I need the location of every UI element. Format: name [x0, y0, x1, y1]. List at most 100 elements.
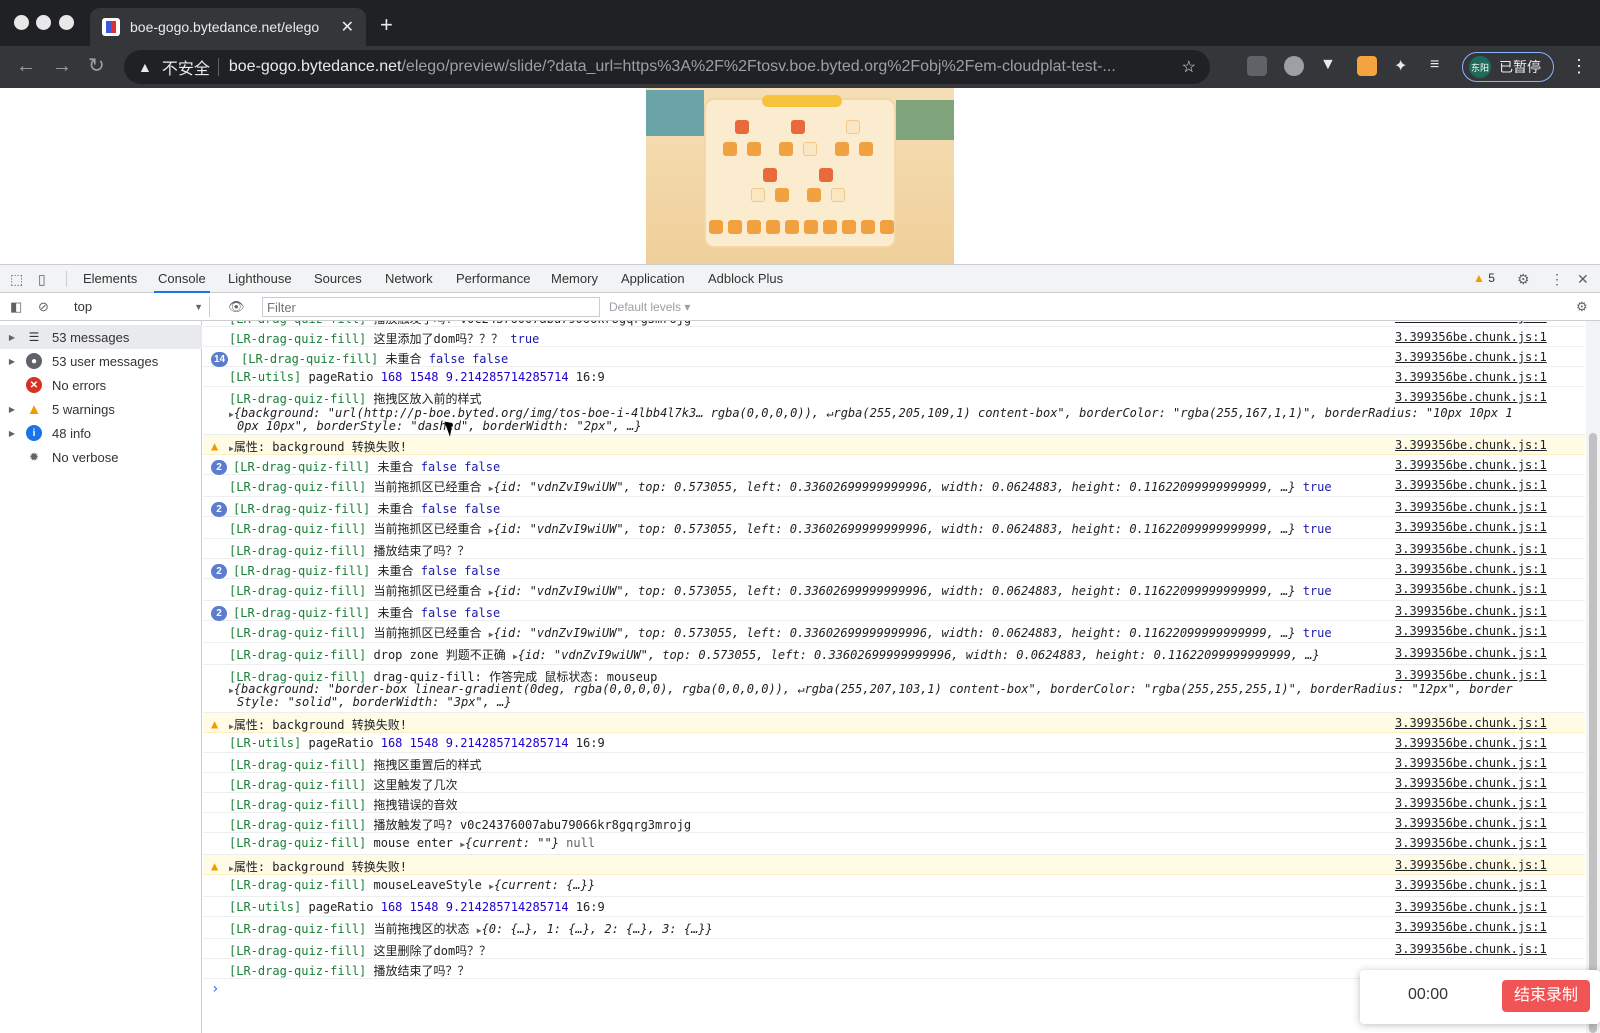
expand-arrow-icon[interactable]: ▶ [0, 429, 24, 438]
clear-console-icon[interactable]: ⊘ [38, 299, 49, 315]
console-row[interactable]: [LR-utils] pageRatio 168 1548 9.21428571… [203, 367, 1585, 387]
log-levels-dropdown[interactable]: Default levels ▾ [609, 297, 690, 317]
console-row[interactable]: [LR-drag-quiz-fill] 当前拖拽区的状态 ▶{0: {…}, 1… [203, 917, 1585, 939]
reload-icon[interactable]: ↻ [88, 55, 105, 77]
profile-button[interactable]: 东阳 已暂停 [1462, 52, 1554, 82]
window-zoom-dot[interactable] [59, 15, 74, 30]
tab-console[interactable]: Console [154, 265, 210, 293]
sidebar-item-user-messages[interactable]: ▶ ● 53 user messages [0, 349, 202, 373]
source-link[interactable]: 3.399356be.chunk.js:1 [1395, 942, 1547, 956]
console-row[interactable]: [LR-utils] pageRatio 168 1548 9.21428571… [203, 733, 1585, 753]
tray-tile[interactable] [823, 220, 837, 234]
bookmark-star-icon[interactable]: ☆ [1182, 57, 1196, 77]
tray-tile[interactable] [747, 220, 761, 234]
source-link[interactable]: 3.399356be.chunk.js:1 [1395, 646, 1547, 660]
source-link[interactable]: 3.399356be.chunk.js:1 [1395, 624, 1547, 638]
console-row[interactable]: [LR-drag-quiz-fill] 当前拖抓区已经重合 ▶{id: "vdn… [203, 475, 1585, 497]
console-scrollbar[interactable] [1586, 321, 1600, 1033]
reading-list-icon[interactable]: ≡ [1430, 56, 1450, 76]
console-row[interactable]: [LR-drag-quiz-fill] drag-quiz-fill: 作答完成… [203, 665, 1585, 713]
insecure-label[interactable]: 不安全 [162, 55, 210, 79]
source-link[interactable]: 3.399356be.chunk.js:1 [1395, 836, 1547, 850]
console-row[interactable]: [LR-utils] pageRatio 168 1548 9.21428571… [203, 897, 1585, 917]
insecure-warning-icon[interactable]: ▲ [138, 59, 152, 75]
address-bar[interactable]: ▲ 不安全 boe-gogo.bytedance.net /elego/prev… [124, 50, 1210, 84]
console-row[interactable]: [LR-drag-quiz-fill] 当前拖抓区已经重合 ▶{id: "vdn… [203, 517, 1585, 539]
extension-globe-icon[interactable] [1284, 56, 1304, 76]
source-link[interactable]: 3.399356be.chunk.js:1 [1395, 816, 1547, 830]
source-link[interactable]: 3.399356be.chunk.js:1 [1395, 796, 1547, 810]
tray-tile[interactable] [728, 220, 742, 234]
source-link[interactable]: 3.399356be.chunk.js:1 [1395, 736, 1547, 750]
tab-performance[interactable]: Performance [456, 265, 530, 293]
console-row[interactable]: [LR-drag-quiz-fill] 这里添加了dom吗？？？ true 3.… [203, 327, 1585, 347]
sidebar-item-info[interactable]: ▶ i 48 info [0, 421, 202, 445]
scrollbar-thumb[interactable] [1589, 433, 1597, 1033]
stop-recording-button[interactable]: 结束录制 [1502, 980, 1590, 1012]
console-row[interactable]: [LR-drag-quiz-fill] 当前拖抓区已经重合 ▶{id: "vdn… [203, 621, 1585, 643]
tray-tile[interactable] [766, 220, 780, 234]
console-row[interactable]: [LR-drag-quiz-fill] mouseLeaveStyle ▶{cu… [203, 875, 1585, 897]
console-row[interactable]: [LR-drag-quiz-fill] 拖拽区重置后的样式 3.399356be… [203, 753, 1585, 773]
tab-lighthouse[interactable]: Lighthouse [228, 265, 292, 293]
browser-menu-icon[interactable]: ⋮ [1570, 56, 1588, 77]
tab-sources[interactable]: Sources [314, 265, 362, 293]
console-row[interactable]: [LR-drag-quiz-fill] drop zone 判题不正确 ▶{id… [203, 643, 1585, 665]
source-link[interactable]: 3.399356be.chunk.js:1 [1395, 330, 1547, 344]
source-link[interactable]: 3.399356be.chunk.js:1 [1395, 858, 1547, 872]
tab-network[interactable]: Network [385, 265, 433, 293]
tab-adblock-plus[interactable]: Adblock Plus [708, 265, 783, 293]
console-row[interactable]: [LR-drag-quiz-fill] mouse enter ▶{curren… [203, 833, 1585, 855]
sidebar-item-verbose[interactable]: ✹ No verbose [0, 445, 202, 469]
sidebar-item-messages[interactable]: ▶ ☰ 53 messages [0, 325, 202, 349]
tray-tile[interactable] [804, 220, 818, 234]
empty-slot[interactable] [751, 188, 765, 202]
source-link[interactable]: 3.399356be.chunk.js:1 [1395, 438, 1547, 452]
tray-tile[interactable] [709, 220, 723, 234]
console-row[interactable]: [LR-drag-quiz-fill] 拖拽区放入前的样式 3.399356be… [203, 387, 1585, 435]
source-link[interactable]: 3.399356be.chunk.js:1 [1395, 390, 1547, 404]
game-preview[interactable] [646, 88, 954, 264]
console-row[interactable]: 2 [LR-drag-quiz-fill] 未重合 false false 3.… [203, 601, 1585, 621]
extension-avatar-icon[interactable] [1357, 56, 1377, 76]
source-link[interactable]: 3.399356be.chunk.js:1 [1395, 520, 1547, 534]
tab-elements[interactable]: Elements [83, 265, 137, 293]
expand-arrow-icon[interactable]: ▶ [0, 357, 24, 366]
more-options-icon[interactable]: ⋮ [1550, 271, 1564, 288]
empty-slot[interactable] [846, 120, 860, 134]
console-row[interactable]: [LR-drag-quiz-fill] 当前拖抓区已经重合 ▶{id: "vdn… [203, 579, 1585, 601]
source-link[interactable]: 3.399356be.chunk.js:1 [1395, 350, 1547, 364]
console-row[interactable]: 2 [LR-drag-quiz-fill] 未重合 false false 3.… [203, 559, 1585, 579]
new-tab-button[interactable]: + [380, 12, 393, 38]
source-link[interactable]: 3.399356be.chunk.js:1 [1395, 542, 1547, 556]
device-toolbar-icon[interactable]: ▯ [38, 271, 46, 288]
console-prompt-icon[interactable]: › [211, 981, 219, 997]
source-link[interactable]: 3.399356be.chunk.js:1 [1395, 668, 1547, 682]
source-link[interactable]: 3.399356be.chunk.js:1 [1395, 500, 1547, 514]
source-link[interactable]: 3.399356be.chunk.js:1 [1395, 370, 1547, 384]
extension-off-icon[interactable] [1247, 56, 1267, 76]
source-link[interactable]: 3.399356be.chunk.js:1 [1395, 900, 1547, 914]
sidebar-item-errors[interactable]: ✕ No errors [0, 373, 202, 397]
sidebar-item-warnings[interactable]: ▶ ▲ 5 warnings [0, 397, 202, 421]
tab-close-icon[interactable]: ✕ [341, 17, 354, 37]
console-row[interactable]: [LR-drag-quiz-fill] 播放触发了吗? v0c24376007a… [203, 813, 1585, 833]
show-sidebar-icon[interactable]: ◧ [10, 299, 22, 315]
expand-arrow-icon[interactable]: ▶ [0, 333, 24, 342]
source-link[interactable]: 3.399356be.chunk.js:1 [1395, 321, 1547, 324]
browser-tab[interactable]: boe-gogo.bytedance.net/elego ✕ [90, 8, 366, 46]
source-link[interactable]: 3.399356be.chunk.js:1 [1395, 878, 1547, 892]
settings-gear-icon[interactable]: ⚙ [1517, 271, 1530, 288]
console-row[interactable]: 2 [LR-drag-quiz-fill] 未重合 false false 3.… [203, 497, 1585, 517]
source-link[interactable]: 3.399356be.chunk.js:1 [1395, 562, 1547, 576]
tray-tile[interactable] [842, 220, 856, 234]
warnings-count-badge[interactable]: ▲ 5 [1473, 271, 1495, 285]
console-row[interactable]: [LR-drag-quiz-fill] 这里触发了几次 3.399356be.c… [203, 773, 1585, 793]
extensions-puzzle-icon[interactable]: ✦ [1394, 56, 1414, 76]
url-host[interactable]: boe-gogo.bytedance.net [229, 58, 402, 76]
back-icon[interactable]: ← [16, 55, 36, 77]
console-settings-icon[interactable]: ⚙ [1576, 299, 1588, 315]
url-path[interactable]: /elego/preview/slide/?data_url=https%3A%… [401, 58, 1171, 76]
window-close-dot[interactable] [14, 15, 29, 30]
source-link[interactable]: 3.399356be.chunk.js:1 [1395, 776, 1547, 790]
